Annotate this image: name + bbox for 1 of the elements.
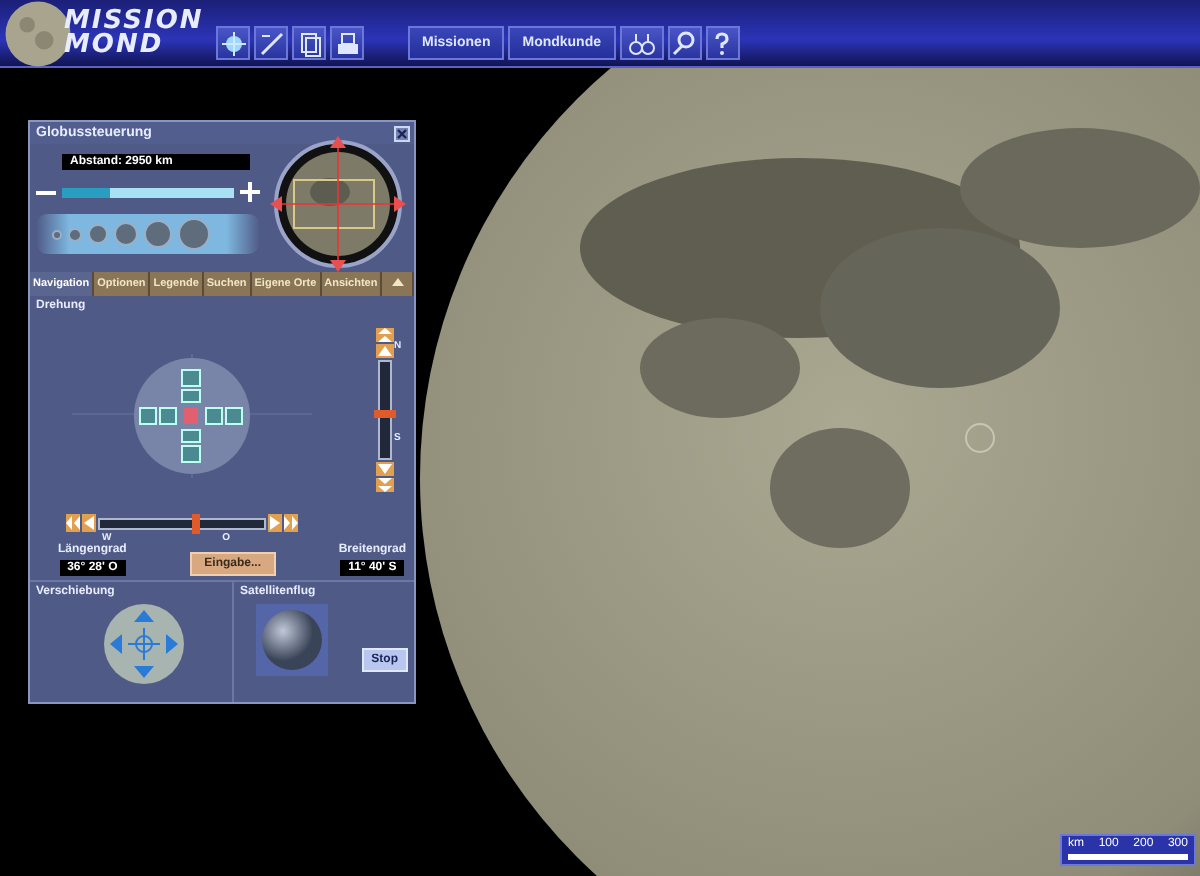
logo-text: MISSION <box>64 9 204 33</box>
